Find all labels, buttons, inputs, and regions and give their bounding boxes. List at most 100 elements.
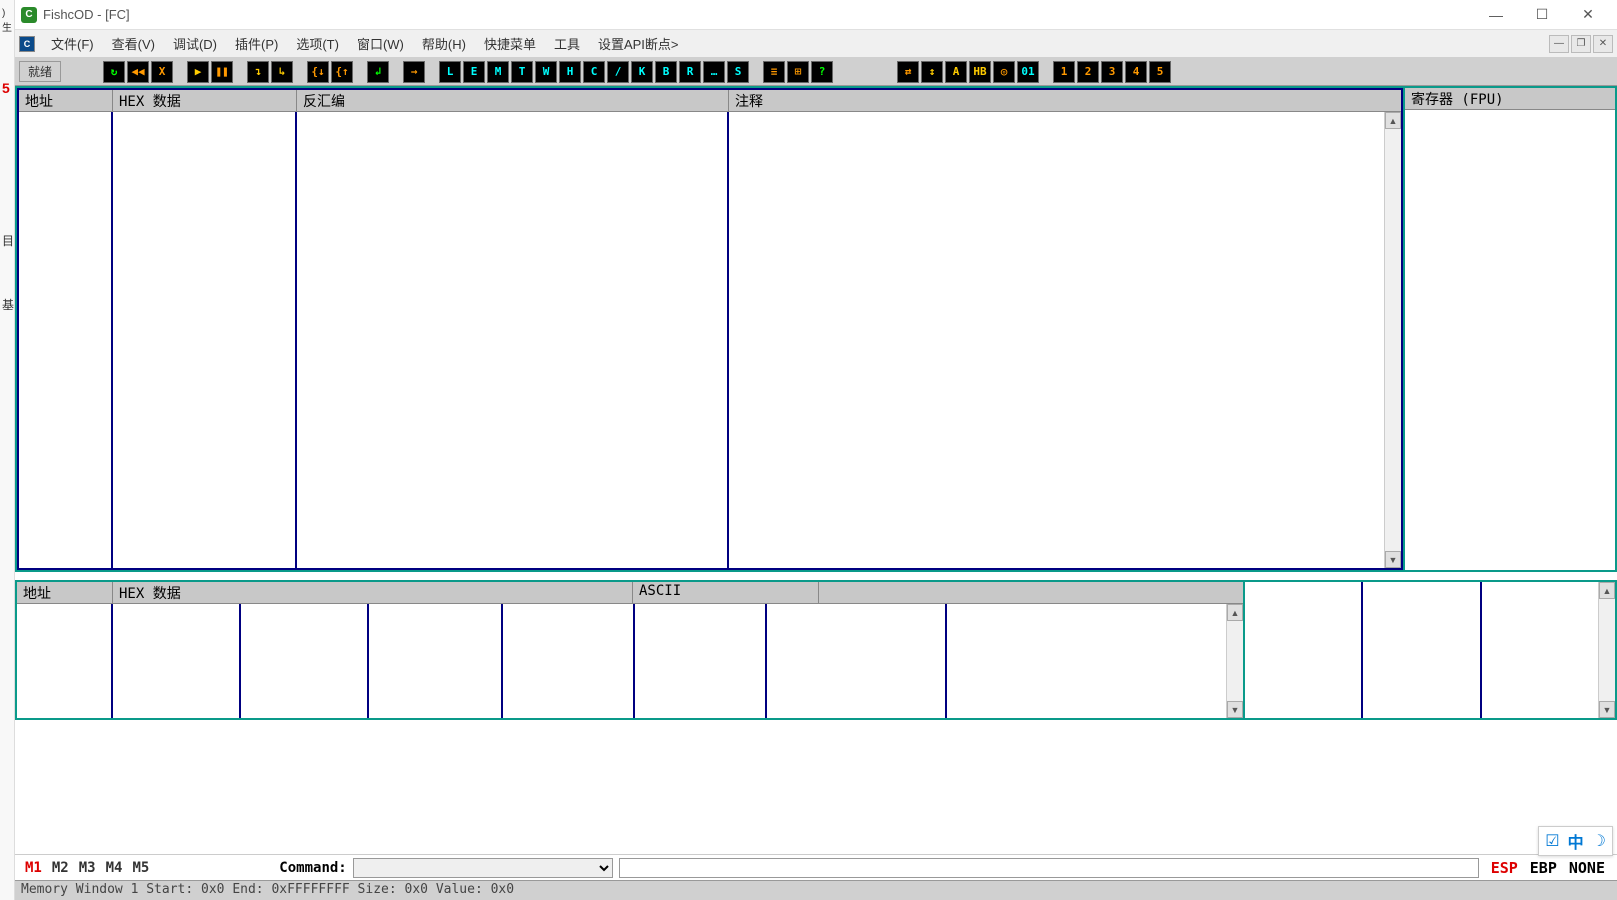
toolbar-button[interactable]: ≡: [763, 61, 785, 83]
menu-item[interactable]: 快捷菜单: [478, 32, 542, 55]
toolbar-button[interactable]: K: [631, 61, 653, 83]
memory-tab[interactable]: M1: [21, 860, 46, 876]
toolbar-button[interactable]: ⊞: [787, 61, 809, 83]
toolbar-button[interactable]: C: [583, 61, 605, 83]
toolbar-button[interactable]: ?: [811, 61, 833, 83]
mdi-icon[interactable]: C: [19, 36, 35, 52]
ime-lang-icon[interactable]: 中: [1568, 829, 1584, 853]
toolbar-button[interactable]: 5: [1149, 61, 1171, 83]
toolbar-button[interactable]: 1: [1053, 61, 1075, 83]
registers-pane[interactable]: 寄存器 (FPU): [1403, 88, 1615, 570]
menu-item[interactable]: 帮助(H): [416, 32, 472, 55]
toolbar-button[interactable]: ▶: [187, 61, 209, 83]
toolbar-button[interactable]: B: [655, 61, 677, 83]
disasm-column[interactable]: [729, 112, 1384, 568]
menu-item[interactable]: 调试(D): [167, 32, 223, 55]
dump-column[interactable]: [369, 604, 503, 718]
toolbar-button[interactable]: HB: [969, 61, 991, 83]
close-button[interactable]: ✕: [1565, 1, 1611, 29]
toolbar-button[interactable]: ↴: [247, 61, 269, 83]
toolbar-button[interactable]: ↕: [921, 61, 943, 83]
column-header[interactable]: 注释: [729, 90, 1401, 111]
toolbar-button[interactable]: 4: [1125, 61, 1147, 83]
toolbar-button[interactable]: ◀◀: [127, 61, 149, 83]
column-header[interactable]: HEX 数据: [113, 90, 297, 111]
dump-column[interactable]: [113, 604, 241, 718]
column-header[interactable]: ASCII: [633, 582, 819, 603]
toolbar-button[interactable]: 01: [1017, 61, 1039, 83]
scroll-down-icon[interactable]: ▼: [1599, 701, 1615, 718]
titlebar[interactable]: C FishcOD - [FC] — ☐ ✕: [15, 0, 1617, 30]
menu-item[interactable]: 文件(F): [45, 32, 100, 55]
minimize-button[interactable]: —: [1473, 1, 1519, 29]
column-header[interactable]: [819, 582, 1243, 603]
dump-body[interactable]: ▲ ▼: [17, 604, 1243, 718]
toolbar-button[interactable]: →: [403, 61, 425, 83]
mdi-minimize-button[interactable]: —: [1549, 35, 1569, 53]
mdi-restore-button[interactable]: ❐: [1571, 35, 1591, 53]
command-select[interactable]: [353, 858, 613, 878]
disasm-column[interactable]: [19, 112, 113, 568]
toolbar-button[interactable]: 3: [1101, 61, 1123, 83]
dump-pane[interactable]: 地址HEX 数据ASCII ▲ ▼: [17, 582, 1245, 718]
toolbar-button[interactable]: ❚❚: [211, 61, 233, 83]
toolbar-button[interactable]: R: [679, 61, 701, 83]
command-input[interactable]: [619, 858, 1479, 878]
toolbar-button[interactable]: ↻: [103, 61, 125, 83]
toolbar-button[interactable]: ↳: [271, 61, 293, 83]
disasm-column[interactable]: [113, 112, 297, 568]
toolbar-button[interactable]: X: [151, 61, 173, 83]
maximize-button[interactable]: ☐: [1519, 1, 1565, 29]
register-label[interactable]: NONE: [1563, 859, 1611, 877]
menu-item[interactable]: 查看(V): [106, 32, 161, 55]
memory-tab[interactable]: M3: [75, 860, 100, 876]
toolbar-button[interactable]: E: [463, 61, 485, 83]
dump-column[interactable]: [767, 604, 947, 718]
memory-tab[interactable]: M4: [102, 860, 127, 876]
stack-col-3[interactable]: [1482, 582, 1598, 718]
scroll-up-icon[interactable]: ▲: [1385, 112, 1401, 129]
toolbar-button[interactable]: A: [945, 61, 967, 83]
toolbar-button[interactable]: ↲: [367, 61, 389, 83]
ime-toolbar[interactable]: ☑ 中 ☽: [1538, 826, 1613, 856]
toolbar-button[interactable]: T: [511, 61, 533, 83]
dump-column[interactable]: [503, 604, 635, 718]
menu-item[interactable]: 选项(T): [290, 32, 345, 55]
toolbar-button[interactable]: ◎: [993, 61, 1015, 83]
scroll-up-icon[interactable]: ▲: [1599, 582, 1615, 599]
disasm-body[interactable]: ▲▼: [19, 112, 1401, 568]
toolbar-button[interactable]: W: [535, 61, 557, 83]
disassembly-pane[interactable]: 地址HEX 数据反汇编注释 ▲▼: [17, 88, 1403, 570]
toolbar-button[interactable]: L: [439, 61, 461, 83]
register-label[interactable]: EBP: [1524, 859, 1563, 877]
menu-item[interactable]: 插件(P): [229, 32, 284, 55]
scroll-down-icon[interactable]: ▼: [1227, 701, 1243, 718]
stack-scrollbar[interactable]: ▲ ▼: [1598, 582, 1615, 718]
toolbar-button[interactable]: M: [487, 61, 509, 83]
toolbar-button[interactable]: {↑: [331, 61, 353, 83]
ime-moon-icon[interactable]: ☽: [1592, 831, 1606, 851]
disasm-scrollbar[interactable]: ▲▼: [1384, 112, 1401, 568]
toolbar-button[interactable]: /: [607, 61, 629, 83]
column-header[interactable]: 地址: [19, 90, 113, 111]
scroll-up-icon[interactable]: ▲: [1227, 604, 1243, 621]
ime-check-icon[interactable]: ☑: [1545, 831, 1559, 851]
dump-column[interactable]: [635, 604, 767, 718]
column-header[interactable]: 地址: [17, 582, 113, 603]
dump-column[interactable]: [947, 604, 1226, 718]
mdi-close-button[interactable]: ✕: [1593, 35, 1613, 53]
menu-item[interactable]: 窗口(W): [351, 32, 410, 55]
menu-item[interactable]: 工具: [548, 32, 586, 55]
register-label[interactable]: ESP: [1485, 859, 1524, 877]
column-header[interactable]: HEX 数据: [113, 582, 633, 603]
toolbar-button[interactable]: ⇄: [897, 61, 919, 83]
column-header[interactable]: 反汇编: [297, 90, 729, 111]
registers-body[interactable]: [1405, 110, 1615, 570]
dump-scrollbar[interactable]: ▲ ▼: [1226, 604, 1243, 718]
toolbar-button[interactable]: 2: [1077, 61, 1099, 83]
memory-tab[interactable]: M5: [128, 860, 153, 876]
toolbar-button[interactable]: {↓: [307, 61, 329, 83]
stack-pane[interactable]: ▲ ▼: [1245, 582, 1615, 718]
stack-col-1[interactable]: [1245, 582, 1363, 718]
toolbar-button[interactable]: …: [703, 61, 725, 83]
